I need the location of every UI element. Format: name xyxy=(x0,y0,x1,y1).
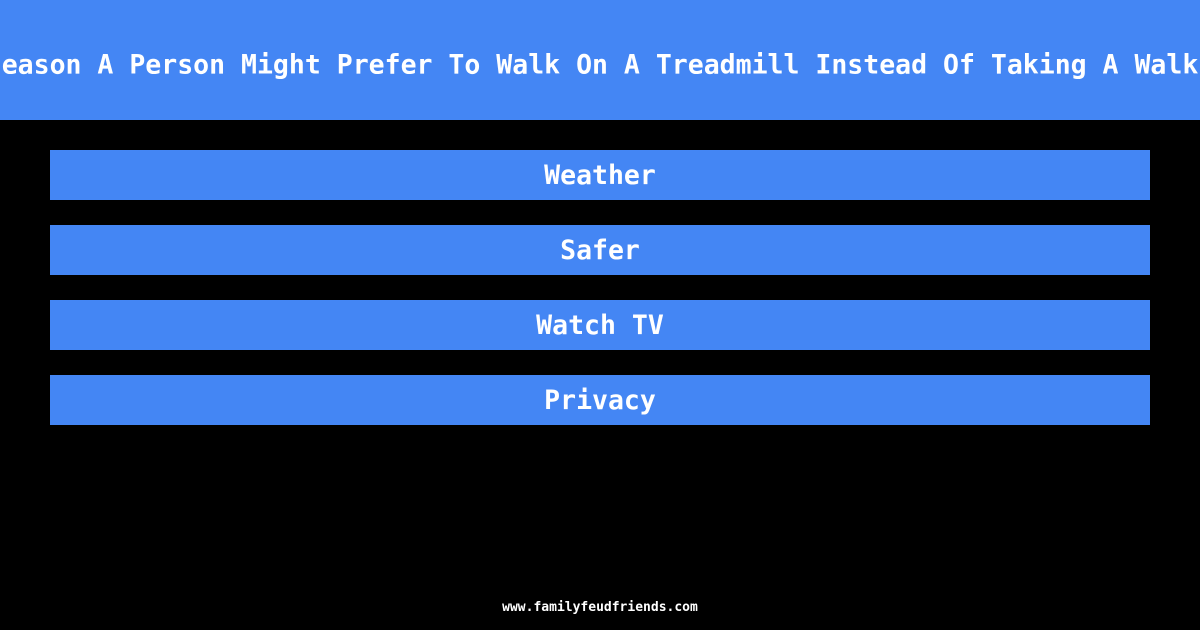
question-header: eason A Person Might Prefer To Walk On A… xyxy=(0,0,1200,120)
answer-bar[interactable]: Safer xyxy=(50,225,1150,275)
answer-bar[interactable]: Privacy xyxy=(50,375,1150,425)
answer-bar[interactable]: Watch TV xyxy=(50,300,1150,350)
site-url: www.familyfeudfriends.com xyxy=(502,600,698,615)
answer-bar[interactable]: Weather xyxy=(50,150,1150,200)
question-title: eason A Person Might Prefer To Walk On A… xyxy=(1,49,1199,81)
answer-list: Weather Safer Watch TV Privacy xyxy=(50,150,1150,450)
